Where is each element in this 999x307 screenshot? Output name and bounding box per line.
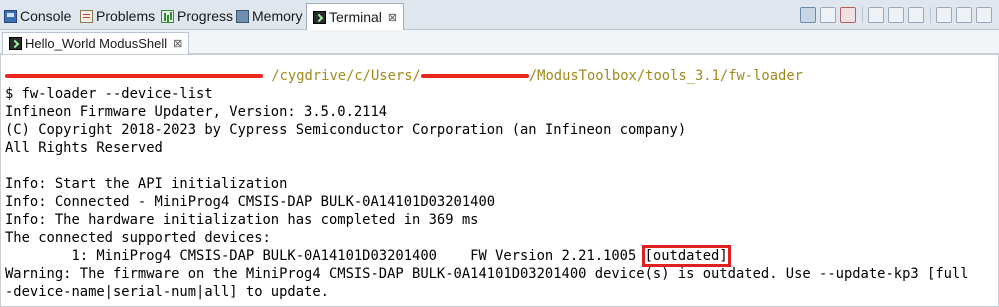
toolbar-separator [862, 7, 863, 23]
tab-console[interactable]: Console [4, 5, 71, 27]
memory-icon [236, 9, 249, 23]
tab-terminal[interactable]: Terminal ⊠ [306, 3, 405, 30]
close-terminal-tab-icon[interactable]: ⊠ [388, 11, 397, 24]
shell-icon [9, 37, 22, 50]
tab-memory[interactable]: Memory [236, 5, 303, 27]
redacted-username [420, 74, 529, 78]
prompt-path: /cygdrive/c/Users/ [271, 68, 421, 84]
device-line: 1: MiniProg4 CMSIS-DAP BULK-0A14101D0320… [5, 245, 731, 267]
scroll-lock-icon[interactable] [800, 7, 816, 23]
clear-icon[interactable] [820, 7, 836, 23]
pin-icon[interactable] [936, 7, 952, 23]
new-console-icon[interactable] [956, 7, 972, 23]
output-line: Info: Start the API initialization [5, 176, 288, 192]
close-session-tab-icon[interactable]: ⊠ [173, 37, 182, 50]
warning-line: Warning: The firmware on the MiniProg4 C… [5, 266, 969, 282]
tab-hello-world-modusshell[interactable]: Hello_World ModusShell ⊠ [2, 32, 190, 54]
warning-line: -device-name|serial-num|all] to update. [5, 284, 329, 300]
output-line: The connected supported devices: [5, 230, 271, 246]
outdated-status-badge: [outdated] [641, 245, 731, 267]
device-info: 1: MiniProg4 CMSIS-DAP BULK-0A14101D0320… [5, 248, 645, 264]
redacted-user-host [5, 74, 263, 78]
tab-problems-label: Problems [96, 8, 156, 24]
open-terminal-icon[interactable] [868, 7, 884, 23]
problems-icon [80, 9, 93, 23]
subtab-label: Hello_World ModusShell [25, 36, 168, 51]
output-line: (C) Copyright 2018-2023 by Cypress Semic… [5, 122, 687, 138]
terminal-session-tab-bar: Hello_World ModusShell ⊠ [0, 30, 999, 54]
tab-console-label: Console [20, 8, 72, 24]
tab-memory-label: Memory [252, 8, 303, 24]
prompt-path-tail: /ModusToolbox/tools_3.1/fw-loader [528, 68, 803, 84]
tab-terminal-label: Terminal [329, 9, 382, 25]
tab-progress-label: Progress [177, 8, 234, 24]
output-line: Info: Connected - MiniProg4 CMSIS-DAP BU… [5, 194, 496, 210]
prompt-line: /cygdrive/c/Users/ /ModusToolbox/tools_3.… [5, 67, 803, 85]
paste-icon[interactable] [908, 7, 924, 23]
output-line: Infineon Firmware Updater, Version: 3.5.… [5, 104, 388, 120]
copy-icon[interactable] [888, 7, 904, 23]
command-line: $ fw-loader --device-list [5, 86, 213, 102]
console-icon [4, 9, 17, 23]
minimize-icon[interactable] [976, 7, 992, 23]
tab-progress[interactable]: Progress [161, 5, 233, 27]
disconnect-icon[interactable] [840, 7, 856, 23]
terminal-icon [313, 10, 326, 24]
progress-icon [161, 9, 174, 23]
output-line: Info: The hardware initialization has co… [5, 212, 479, 228]
view-tab-bar: Console Problems Progress Memory Termina… [0, 0, 999, 30]
terminal-toolbar [800, 4, 996, 26]
terminal-output[interactable]: /cygdrive/c/Users/ /ModusToolbox/tools_3.… [0, 54, 999, 307]
toolbar-separator-2 [930, 7, 931, 23]
output-line: All Rights Reserved [5, 140, 163, 156]
tab-problems[interactable]: Problems [80, 5, 155, 27]
